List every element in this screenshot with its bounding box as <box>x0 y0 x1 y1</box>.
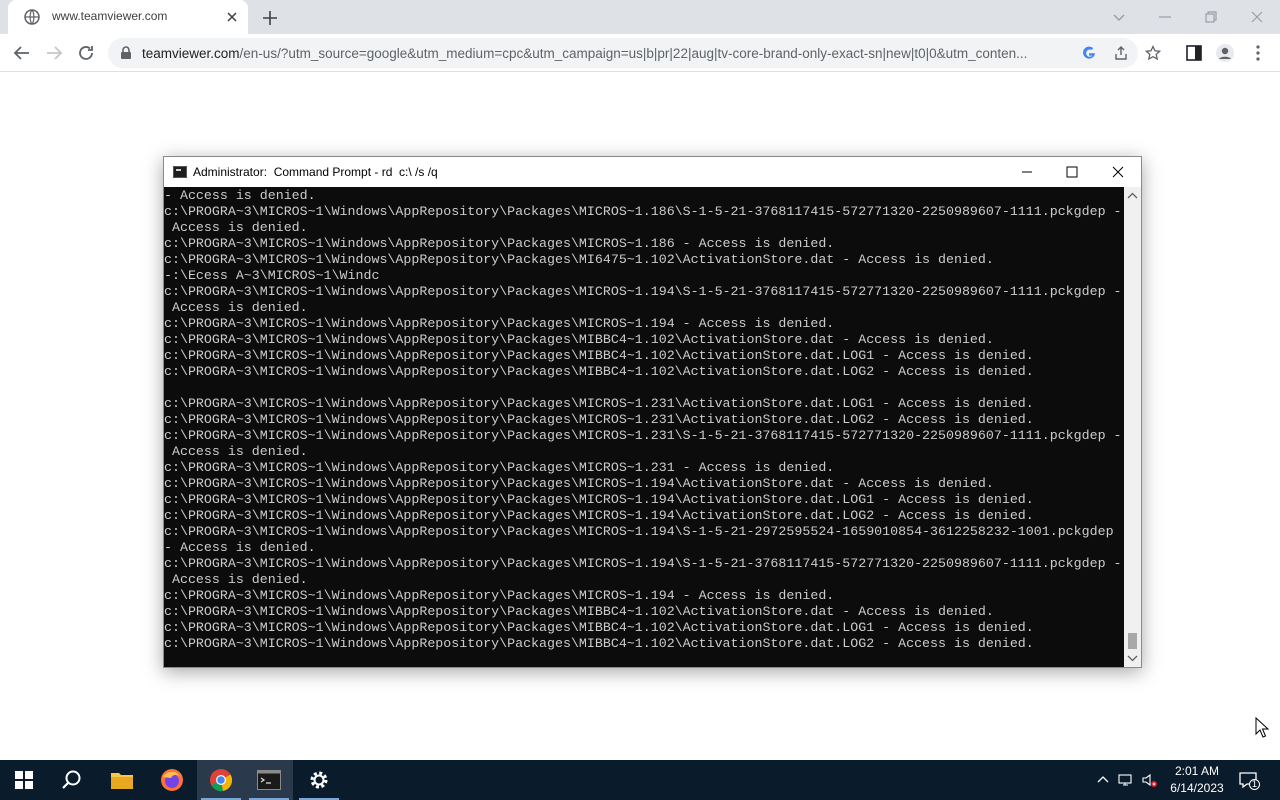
console-line: c:\PROGRA~3\MICROS~1\Windows\AppReposito… <box>164 636 1034 651</box>
chevron-up-icon[interactable] <box>1095 772 1111 788</box>
network-icon[interactable] <box>1118 772 1134 788</box>
command-prompt-window[interactable]: Administrator: Command Prompt - rd c:\ /… <box>163 156 1142 668</box>
console-line: c:\PROGRA~3\MICROS~1\Windows\AppReposito… <box>164 492 1034 507</box>
action-center-button[interactable]: 1 <box>1238 770 1260 790</box>
minimize-icon[interactable] <box>1154 6 1176 28</box>
search-button[interactable] <box>48 760 96 800</box>
cmd-app-icon <box>173 166 187 178</box>
console-line: c:\PROGRA~3\MICROS~1\Windows\AppReposito… <box>164 620 1034 635</box>
volume-muted-icon[interactable] <box>1141 772 1157 788</box>
lock-icon[interactable] <box>118 45 134 61</box>
console-line: - Access is denied. <box>164 188 316 203</box>
console-line: c:\PROGRA~3\MICROS~1\Windows\AppReposito… <box>164 252 994 267</box>
windows-taskbar: 2:01 AM 6/14/2023 1 <box>0 760 1280 800</box>
firefox-icon <box>161 769 183 791</box>
tab-search-icon[interactable] <box>1108 6 1130 28</box>
mouse-cursor-icon <box>1255 717 1269 738</box>
console-line: c:\PROGRA~3\MICROS~1\Windows\AppReposito… <box>164 508 1034 523</box>
console-line: c:\PROGRA~3\MICROS~1\Windows\AppReposito… <box>164 588 835 603</box>
forward-arrow-icon[interactable] <box>43 42 65 64</box>
windows-logo-icon <box>15 771 33 789</box>
close-tab-icon[interactable] <box>224 9 240 25</box>
start-button[interactable] <box>0 760 48 800</box>
cmd-maximize-icon[interactable] <box>1049 157 1095 187</box>
console-line: c:\PROGRA~3\MICROS~1\Windows\AppReposito… <box>164 412 1034 427</box>
cmd-titlebar[interactable]: Administrator: Command Prompt - rd c:\ /… <box>164 157 1141 187</box>
folder-icon <box>111 773 133 789</box>
taskbar-file-explorer[interactable] <box>98 760 146 800</box>
globe-icon <box>24 9 40 25</box>
gear-icon <box>310 771 328 789</box>
taskbar-settings[interactable] <box>295 760 343 800</box>
url-text: teamviewer.com/en-us/?utm_source=google&… <box>142 46 1042 61</box>
chrome-icon <box>210 769 233 792</box>
console-line: c:\PROGRA~3\MICROS~1\Windows\AppReposito… <box>164 476 994 491</box>
console-line: Access is denied. <box>164 444 308 459</box>
tab-title: www.teamviewer.com <box>52 9 168 23</box>
console-line: c:\PROGRA~3\MICROS~1\Windows\AppReposito… <box>164 204 1122 219</box>
google-icon[interactable] <box>1081 45 1097 61</box>
scroll-down-icon[interactable] <box>1124 650 1141 667</box>
more-menu-icon[interactable] <box>1248 43 1268 63</box>
console-line: c:\PROGRA~3\MICROS~1\Windows\AppReposito… <box>164 236 835 251</box>
console-line: c:\PROGRA~3\MICROS~1\Windows\AppReposito… <box>164 364 1034 379</box>
cmd-scrollbar[interactable] <box>1124 187 1141 667</box>
console-line: -:\Ecess A~3\MICROS~1\Windc <box>164 268 380 283</box>
console-line: Access is denied. <box>164 572 308 587</box>
address-bar[interactable]: teamviewer.com/en-us/?utm_source=google&… <box>108 38 1161 68</box>
console-line: c:\PROGRA~3\MICROS~1\Windows\AppReposito… <box>164 332 994 347</box>
close-window-icon[interactable] <box>1246 6 1268 28</box>
console-line: c:\PROGRA~3\MICROS~1\Windows\AppReposito… <box>164 524 1114 539</box>
cmd-icon <box>257 770 281 790</box>
bookmark-star-icon[interactable] <box>1145 45 1161 61</box>
restore-icon[interactable] <box>1200 6 1222 28</box>
share-icon[interactable] <box>1113 45 1129 61</box>
console-line: c:\PROGRA~3\MICROS~1\Windows\AppReposito… <box>164 428 1122 443</box>
cmd-window-title: Administrator: Command Prompt - rd c:\ /… <box>193 165 438 179</box>
console-line: Access is denied. <box>164 300 308 315</box>
url-host: teamviewer.com <box>142 46 240 61</box>
taskbar-chrome[interactable] <box>197 760 245 800</box>
taskbar-command-prompt[interactable] <box>245 760 293 800</box>
search-icon <box>62 770 81 789</box>
browser-tabstrip: www.teamviewer.com <box>0 0 1280 34</box>
console-line: c:\PROGRA~3\MICROS~1\Windows\AppReposito… <box>164 316 835 331</box>
console-line: c:\PROGRA~3\MICROS~1\Windows\AppReposito… <box>164 348 1034 363</box>
taskbar-firefox[interactable] <box>148 760 196 800</box>
console-line: Access is denied. <box>164 220 308 235</box>
cmd-minimize-icon[interactable] <box>1004 157 1050 187</box>
browser-toolbar: teamviewer.com/en-us/?utm_source=google&… <box>0 34 1280 72</box>
console-line: c:\PROGRA~3\MICROS~1\Windows\AppReposito… <box>164 460 835 475</box>
browser-tab[interactable]: www.teamviewer.com <box>8 0 248 34</box>
new-tab-icon[interactable] <box>260 8 280 28</box>
scroll-up-icon[interactable] <box>1124 187 1141 204</box>
notification-count: 1 <box>1249 779 1260 790</box>
profile-avatar-icon[interactable] <box>1215 43 1235 63</box>
console-line: c:\PROGRA~3\MICROS~1\Windows\AppReposito… <box>164 396 1034 411</box>
back-arrow-icon[interactable] <box>11 42 33 64</box>
cmd-close-icon[interactable] <box>1095 157 1141 187</box>
clock-time: 2:01 AM <box>1174 764 1220 778</box>
url-path: /en-us/?utm_source=google&utm_medium=cpc… <box>239 46 1028 61</box>
clock-date: 6/14/2023 <box>1170 781 1224 795</box>
scrollbar-thumb[interactable] <box>1128 633 1137 649</box>
side-panel-icon[interactable] <box>1184 43 1204 63</box>
console-line: - Access is denied. <box>164 540 316 555</box>
console-line: c:\PROGRA~3\MICROS~1\Windows\AppReposito… <box>164 284 1122 299</box>
system-clock[interactable]: 2:01 AM 6/14/2023 <box>1162 763 1232 797</box>
console-line: c:\PROGRA~3\MICROS~1\Windows\AppReposito… <box>164 604 994 619</box>
reload-icon[interactable] <box>75 42 97 64</box>
cmd-console-output[interactable]: - Access is denied. c:\PROGRA~3\MICROS~1\… <box>164 187 1124 667</box>
console-line: c:\PROGRA~3\MICROS~1\Windows\AppReposito… <box>164 556 1122 571</box>
